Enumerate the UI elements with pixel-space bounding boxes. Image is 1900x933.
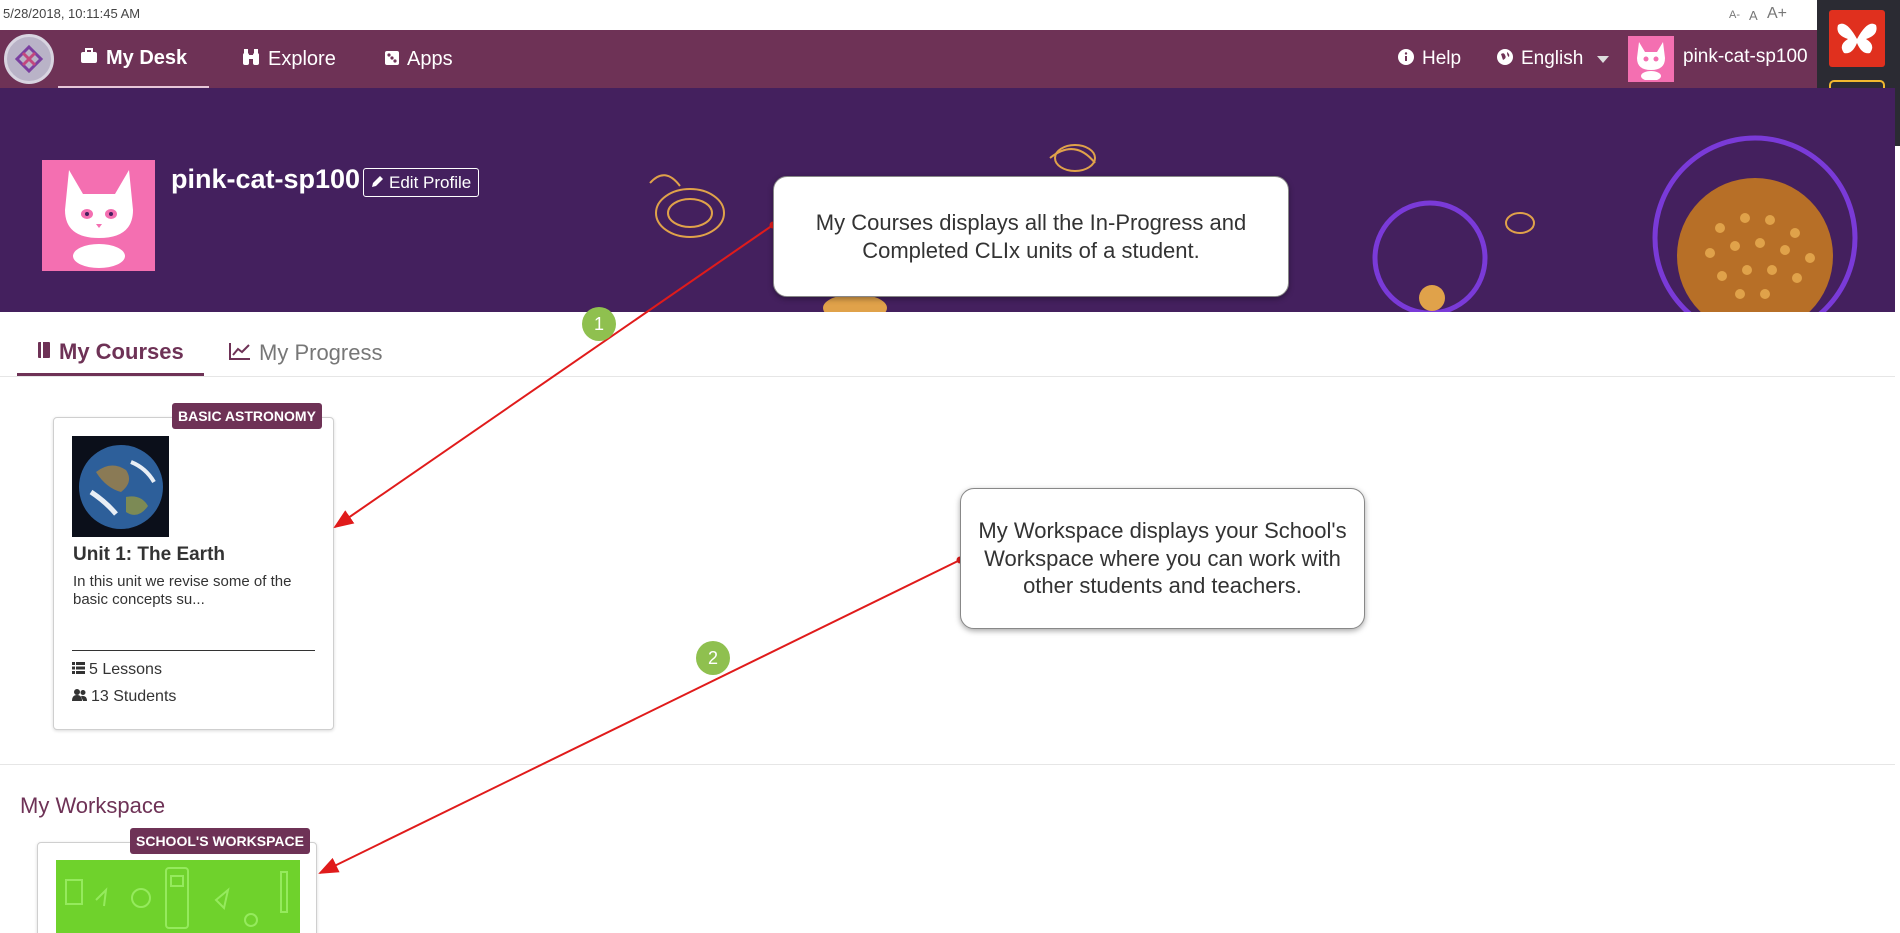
users-icon <box>72 688 87 706</box>
earth-thumbnail <box>72 436 169 537</box>
butterfly-icon <box>1837 23 1877 53</box>
course-divider <box>72 650 315 651</box>
info-icon <box>1398 48 1414 70</box>
list-icon <box>72 661 85 679</box>
language-selector[interactable]: English <box>1497 30 1610 88</box>
timestamp: 5/28/2018, 10:11:45 AM <box>3 6 141 21</box>
logo-knot-icon <box>14 44 44 74</box>
dice-icon <box>385 49 399 70</box>
tab-my-progress[interactable]: My Progress <box>229 330 382 376</box>
nav-help-label: Help <box>1422 48 1462 69</box>
workspace-title: My Workspace <box>20 793 166 818</box>
pink-cat-icon <box>64 169 133 268</box>
workspace-thumbnail[interactable] <box>56 860 300 933</box>
workspace-badge: SCHOOL'S WORKSPACE <box>130 828 310 854</box>
user-name[interactable]: pink-cat-sp100 <box>1683 46 1808 68</box>
course-students-label: 13 Students <box>91 688 177 705</box>
nav-explore[interactable]: Explore <box>242 30 336 88</box>
workspace-callout-text: My Workspace displays your School's Work… <box>978 517 1347 599</box>
step-badge-1: 1 <box>582 307 616 341</box>
font-normal-button[interactable]: A <box>1749 8 1758 23</box>
pink-cat-icon <box>1637 42 1665 80</box>
course-lessons-label: 5 Lessons <box>89 661 162 678</box>
book-icon <box>37 339 51 365</box>
butterfly-app-button[interactable] <box>1829 10 1885 67</box>
briefcase-icon <box>80 47 98 69</box>
workspace-callout: My Workspace displays your School's Work… <box>960 488 1365 629</box>
nav-explore-label: Explore <box>268 47 336 70</box>
course-category-badge: BASIC ASTRONOMY <box>172 403 322 429</box>
edit-profile-button[interactable]: Edit Profile <box>363 168 480 197</box>
nav-my-desk[interactable]: My Desk <box>58 30 210 88</box>
nav-help[interactable]: Help <box>1398 30 1461 88</box>
font-increase-button[interactable]: A+ <box>1767 5 1787 23</box>
tab-my-courses[interactable]: My Courses <box>17 330 204 376</box>
user-avatar[interactable] <box>1628 36 1674 82</box>
profile-name: pink-cat-sp100 <box>171 164 361 194</box>
pencil-icon <box>371 173 384 193</box>
nav-apps-label: Apps <box>407 47 453 70</box>
section-divider <box>0 764 1895 765</box>
nav-my-desk-label: My Desk <box>106 46 188 69</box>
course-lessons: 5 Lessons <box>72 661 162 679</box>
app-logo[interactable] <box>4 34 54 84</box>
tabs-divider <box>0 376 1895 377</box>
courses-callout: My Courses displays all the In-Progress … <box>773 176 1289 297</box>
courses-callout-text: My Courses displays all the In-Progress … <box>815 209 1247 263</box>
tab-my-progress-label: My Progress <box>259 340 383 365</box>
edit-profile-label: Edit Profile <box>389 172 472 192</box>
course-description: In this unit we revise some of the basic… <box>73 573 292 608</box>
font-decrease-button[interactable]: A- <box>1729 9 1740 21</box>
nav-apps[interactable]: Apps <box>385 30 453 88</box>
tab-my-courses-label: My Courses <box>59 338 184 364</box>
course-title[interactable]: Unit 1: The Earth <box>73 544 225 566</box>
course-students: 13 Students <box>72 688 176 706</box>
binoculars-icon <box>242 48 260 71</box>
language-label: English <box>1521 48 1584 69</box>
profile-avatar <box>42 160 155 271</box>
line-chart-icon <box>229 340 251 366</box>
globe-icon <box>1497 48 1513 70</box>
step-badge-2: 2 <box>696 641 730 675</box>
chevron-down-icon <box>1597 55 1610 63</box>
